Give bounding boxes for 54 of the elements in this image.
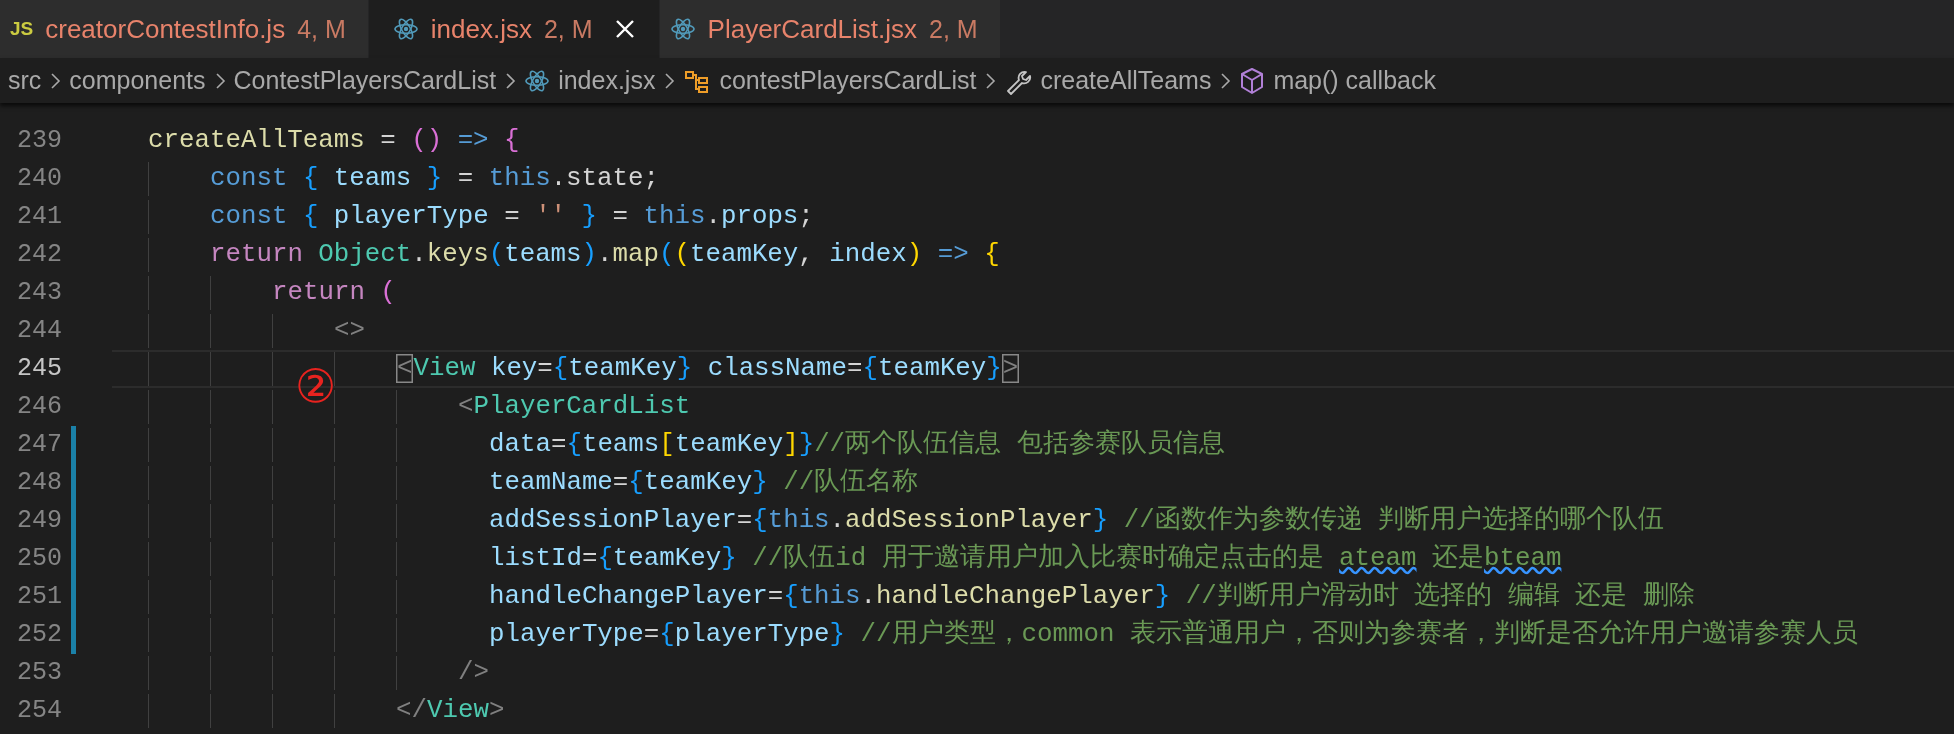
react-icon	[392, 17, 419, 41]
editor-tab[interactable]: JS creatorContestInfo.js 4, M	[0, 0, 369, 58]
cube-icon	[1239, 66, 1266, 95]
chevron-icon	[213, 70, 226, 91]
react-icon	[524, 68, 551, 93]
line-number: 240	[16, 163, 62, 195]
annotation-mark: ②	[295, 363, 337, 409]
chevron-icon	[49, 70, 62, 91]
react-icon	[669, 17, 696, 41]
line-number: 242	[16, 239, 62, 271]
code-line: const { teams } = this.state;	[210, 163, 659, 195]
code-line: teamName={teamKey} //队伍名称	[489, 467, 919, 499]
chevron-icon	[984, 70, 997, 91]
chevron-icon	[504, 70, 517, 91]
line-number: 243	[16, 277, 62, 309]
breadcrumb-item[interactable]: ContestPlayersCardList	[233, 66, 497, 95]
editor-tab[interactable]: PlayerCardList.jsx 2, M	[659, 0, 1001, 58]
line-number: 254	[16, 695, 62, 727]
code-line: return Object.keys(teams).map((teamKey, index) => {	[210, 239, 1000, 271]
code-line: listId={teamKey} //队伍id 用于邀请用户加入比赛时确定点击的是 ateam 还是bteam	[489, 542, 1562, 575]
code-line: </View>	[396, 695, 505, 727]
code-line: return (	[272, 277, 396, 309]
code-line: createAllTeams = () => {	[148, 125, 520, 157]
line-number: 249	[16, 505, 62, 537]
code-line: <>	[334, 315, 365, 347]
line-number: 245	[16, 353, 62, 385]
js-icon: JS	[10, 18, 34, 40]
breadcrumb-item[interactable]: src	[8, 66, 42, 95]
line-number: 252	[16, 619, 62, 651]
code-line: playerType={playerType} //用户类型，common 表示普通用户，否则为参赛者，判断是否允许用户邀请参赛人员	[489, 618, 1858, 651]
line-number: 251	[16, 581, 62, 613]
line-number: 246	[16, 391, 62, 423]
code-line: addSessionPlayer={this.addSessionPlayer} //函数作为参数传递 判断用户选择的哪个队伍	[489, 504, 1665, 537]
code-line: handleChangePlayer={this.handleChangePlayer} //判断用户滑动时 选择的 编辑 还是 删除	[489, 580, 1695, 613]
line-number: 253	[16, 657, 62, 689]
line-number: 247	[16, 429, 62, 461]
code-line: />	[458, 657, 489, 689]
breadcrumb-item[interactable]: components	[69, 66, 206, 95]
line-number: 241	[16, 201, 62, 233]
line-number: 248	[16, 467, 62, 499]
editor-tab[interactable]: index.jsx 2, M	[368, 0, 660, 58]
code-line: <PlayerCardList	[458, 391, 691, 423]
code-line: <View key={teamKey} className={teamKey}>	[396, 353, 1020, 385]
line-number: 250	[16, 543, 62, 575]
code-line: data={teams[teamKey]}//两个队伍信息 包括参赛队员信息	[489, 428, 1225, 461]
breadcrumb-item[interactable]: contestPlayersCardList	[683, 66, 977, 95]
line-number: 244	[16, 315, 62, 347]
line-number: 239	[16, 125, 62, 157]
chevron-icon	[1219, 70, 1232, 91]
chevron-icon	[663, 70, 676, 91]
breadcrumb-item[interactable]: index.jsx	[524, 66, 656, 95]
code-line: const { playerType = '' } = this.props;	[210, 201, 814, 233]
breadcrumb-item[interactable]: map() callback	[1239, 66, 1436, 95]
breadcrumb-item[interactable]: createAllTeams	[1004, 66, 1212, 95]
